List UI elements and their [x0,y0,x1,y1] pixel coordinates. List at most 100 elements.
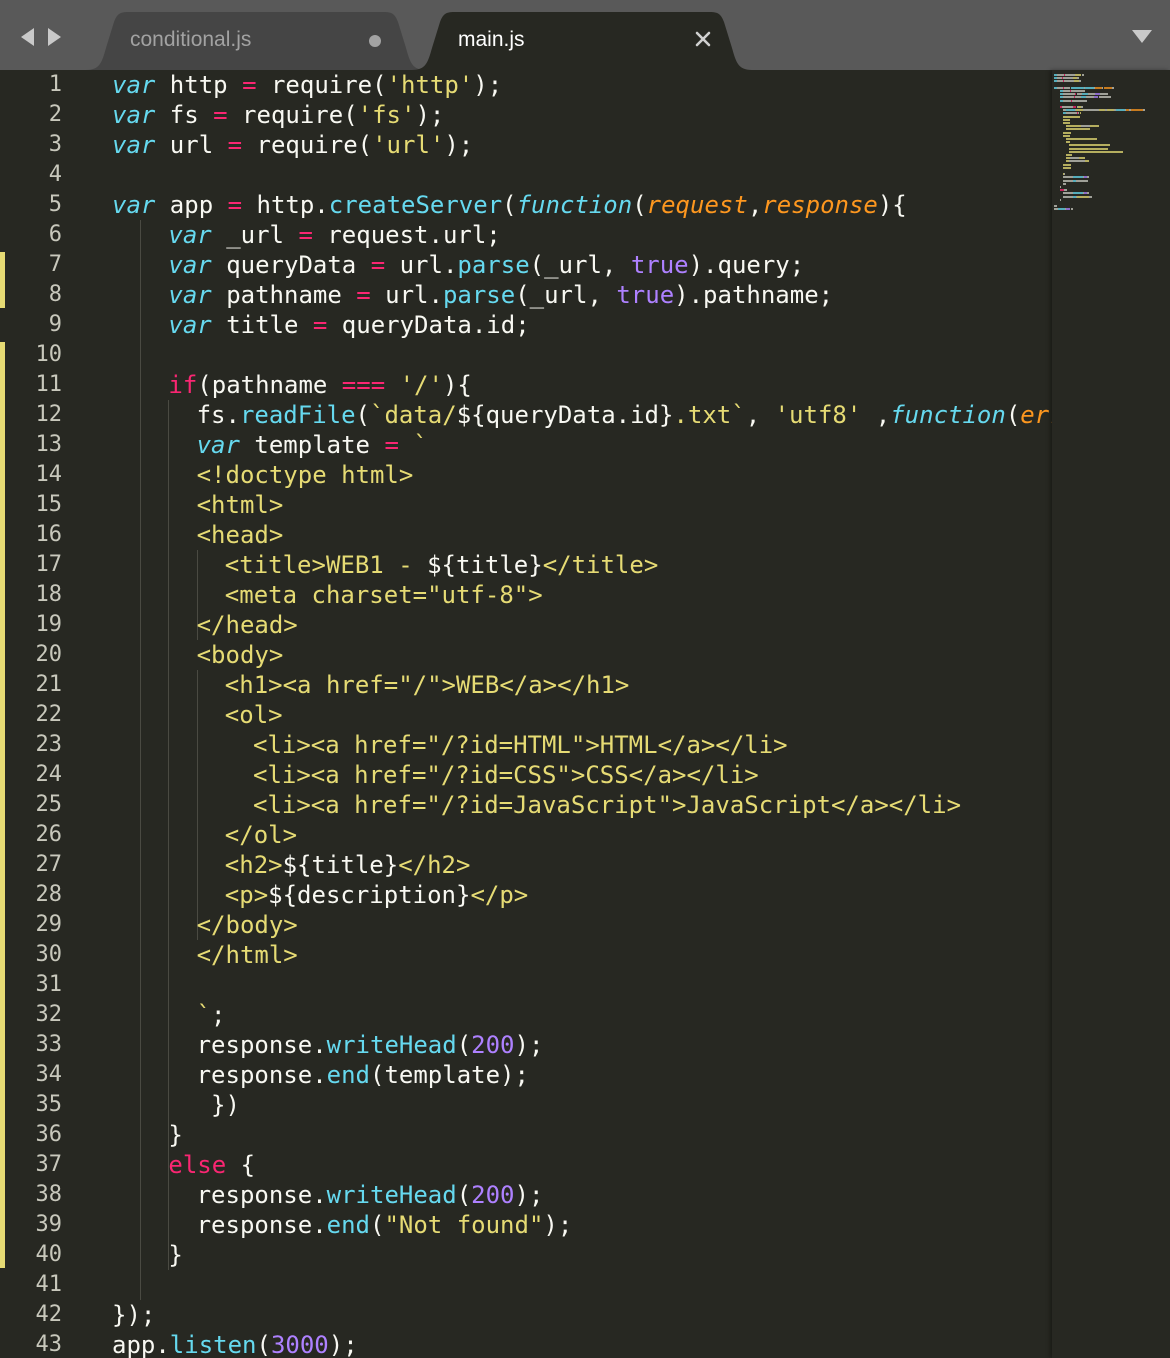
line-number-gutter: 1 2 3 4 5 6 7 8 9 10 11 12 13 14 15 16 17 18 19 20 21 22 23 24 2… [0,70,90,1358]
line-number: 26 [35,822,63,847]
code-token: = [384,431,399,459]
code-line[interactable]: </body> [197,910,298,940]
minimap-token [1062,77,1073,80]
line-number: 29 [35,912,63,937]
minimap-token [1063,163,1071,166]
code-token: ); [514,1181,544,1209]
code-line[interactable]: </ol> [225,820,297,850]
code-line[interactable]: <li><a href="/?id=JavaScript">JavaScript… [253,790,961,820]
code-line[interactable]: <ol> [225,700,283,730]
modified-line-marker [0,342,5,1268]
code-token: <ol> [224,701,283,729]
indent-guide [140,220,142,1300]
code-line[interactable]: <body> [197,640,284,670]
minimap-token [1063,90,1070,92]
minimap-token [1112,86,1115,89]
code-line[interactable]: var _url = request.url; [168,220,500,250]
code-line[interactable]: <html> [197,490,284,520]
minimap-token [1063,86,1071,89]
code-line[interactable]: var template = ` [197,430,428,460]
tab-navigation [18,26,68,48]
minimap-token [1062,106,1074,108]
line-number: 12 [35,402,63,427]
code-token: end [326,1061,370,1089]
code-token: require( [227,101,358,129]
code-token: 'fs' [357,101,416,129]
code-line[interactable]: </html> [197,940,298,970]
minimap-token [1063,122,1070,124]
code-token: .txt` [673,401,746,429]
line-number: 9 [48,312,62,337]
minimap-token [1066,138,1097,140]
code-line[interactable]: var http = require('http'); [112,70,502,100]
close-icon[interactable] [694,30,712,48]
line-number: 5 [48,192,62,217]
code-line[interactable]: <p>${description}</p> [225,880,528,910]
code-line[interactable]: app.listen(3000); [112,1330,358,1358]
minimap-token [1063,176,1073,179]
code-line[interactable]: response.end(template); [197,1060,529,1090]
code-line[interactable]: <h2>${title}</h2> [225,850,471,880]
minimap-token [1063,93,1076,96]
code-token: 200 [471,1181,515,1209]
line-number: 8 [48,282,62,307]
code-token: ${description} [268,881,471,909]
code-line[interactable]: var app = http.createServer(function(req… [112,190,907,220]
minimap-token [1094,86,1103,89]
code-line[interactable]: response.writeHead(200); [197,1180,544,1210]
line-number: 23 [35,732,63,757]
left-arrow-icon[interactable] [18,26,38,48]
code-line[interactable]: <li><a href="/?id=HTML">HTML</a></li> [253,730,788,760]
code-token: var [168,281,212,309]
code-token: ( [355,401,370,429]
line-number: 42 [35,1302,63,1327]
code-line[interactable]: var queryData = url.parse(_url, true).qu… [168,250,804,280]
code-line[interactable]: <head> [197,520,284,550]
code-line[interactable]: var pathname = url.parse(_url, true).pat… [168,280,833,310]
code-editor[interactable]: 1 2 3 4 5 6 7 8 9 10 11 12 13 14 15 16 17 18 19 20 21 22 23 24 2… [0,70,1170,1358]
code-line[interactable]: `; [197,1000,226,1030]
code-line[interactable]: var title = queryData.id; [168,310,529,340]
code-line[interactable]: fs.readFile(`data/${queryData.id}.txt`, … [197,400,1052,430]
code-line[interactable]: <meta charset="utf-8"> [225,580,543,610]
right-arrow-icon[interactable] [44,26,64,48]
code-token: }); [112,1301,156,1329]
line-number: 32 [35,1002,63,1027]
code-line[interactable]: } [168,1240,182,1270]
dot-icon[interactable] [369,35,381,47]
code-line[interactable]: response.end("Not found"); [197,1210,573,1240]
code-line[interactable]: } [168,1120,182,1150]
minimap-token [1069,144,1110,147]
minimap-token [1066,109,1076,112]
minimap-token [1063,192,1073,195]
code-token: </body> [196,911,298,939]
minimap-token [1084,160,1090,163]
code-area[interactable]: var http = require('http'); var fs = requ… [112,70,1052,1358]
code-line[interactable]: if(pathname === '/'){ [168,370,471,400]
code-token: response. [196,1211,327,1239]
code-line[interactable]: response.writeHead(200); [197,1030,544,1060]
minimap-token [1069,147,1108,150]
code-line[interactable]: }); [112,1300,155,1330]
chevron-down-icon[interactable] [1130,28,1154,44]
minimap-token [1063,115,1080,118]
code-line[interactable]: <!doctype html> [197,460,414,490]
code-line[interactable]: }) [197,1090,240,1120]
code-line[interactable]: var fs = require('fs'); [112,100,444,130]
code-token: <li><a href="/?id=CSS">CSS</a></li> [253,761,759,789]
minimap-token [1069,150,1123,153]
minimap[interactable] [1052,70,1170,1358]
tab-conditional-js[interactable]: conditional.js [86,12,426,70]
code-line[interactable]: var url = require('url'); [112,130,473,160]
code-token: <!doctype html> [196,461,414,489]
tab-main-js[interactable]: main.js [412,12,752,70]
tab-label: conditional.js [130,28,252,51]
code-token: title [211,311,313,339]
minimap-token [1072,176,1083,179]
code-line[interactable]: else { [168,1150,255,1180]
code-line[interactable]: <h1><a href="/">WEB</a></h1> [225,670,630,700]
code-line[interactable]: <title>WEB1 - ${title}</title> [225,550,658,580]
code-token: "Not found" [384,1211,544,1239]
code-line[interactable]: <li><a href="/?id=CSS">CSS</a></li> [253,760,759,790]
code-line[interactable]: </head> [197,610,298,640]
